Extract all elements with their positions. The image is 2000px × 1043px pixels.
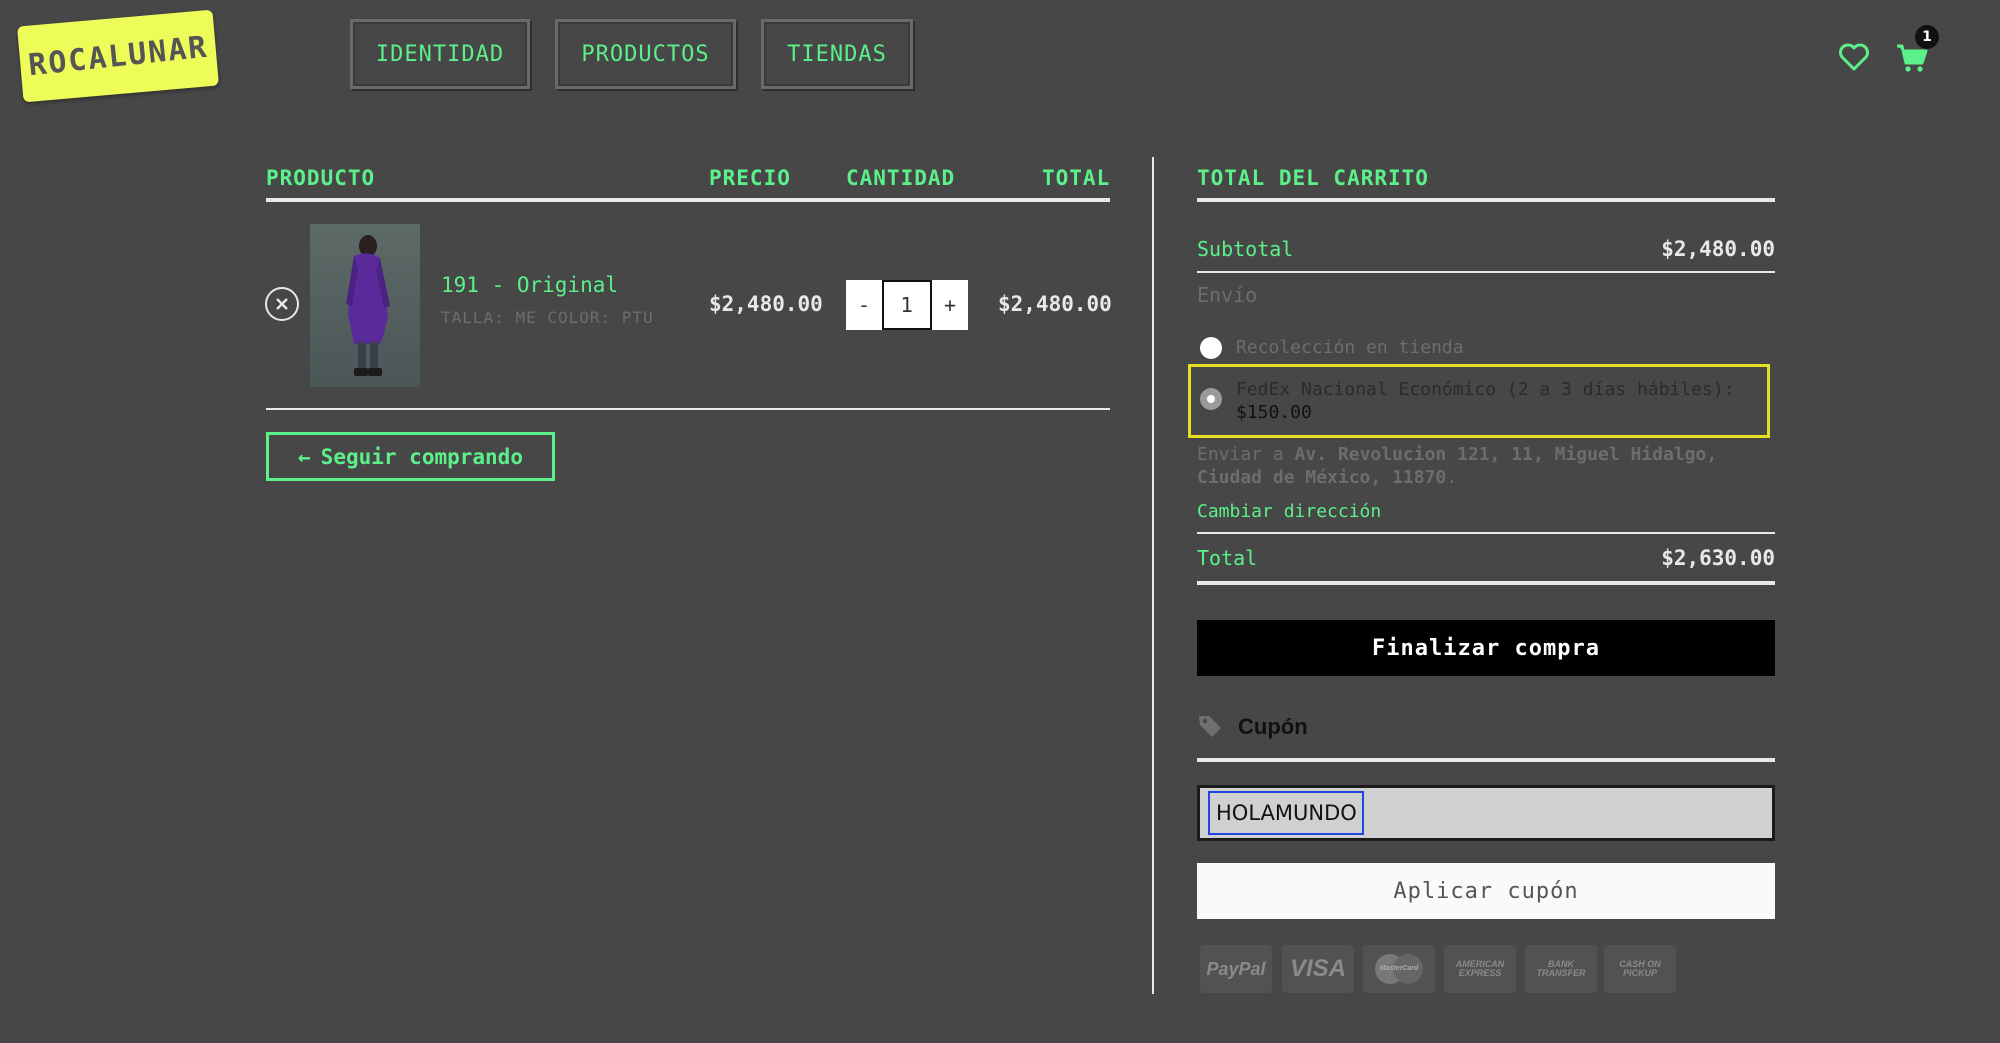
totals-title-divider (1197, 198, 1775, 202)
fedex-option-text: FedEx Nacional Económico (2 a 3 días háb… (1236, 379, 1735, 400)
col-header-total: TOTAL (1042, 166, 1111, 190)
coupon-input[interactable] (1197, 785, 1775, 841)
cash-line2: PICKUP (1622, 968, 1657, 978)
product-image[interactable] (310, 224, 420, 387)
apply-coupon-label: Aplicar cupón (1393, 878, 1579, 904)
item-total: $2,480.00 (998, 292, 1112, 316)
nav-label: TIENDAS (787, 41, 887, 67)
coupon-title: Cupón (1238, 714, 1308, 739)
minus-label: - (857, 293, 871, 317)
amex-icon: AMERICAN EXPRESS (1444, 945, 1516, 993)
total-divider (1197, 581, 1775, 585)
ship-to-suffix: . (1446, 467, 1458, 488)
row-divider (266, 408, 1110, 410)
remove-item-close-icon[interactable] (265, 287, 299, 321)
fedex-option-price: $150.00 (1236, 402, 1312, 423)
quantity-input[interactable] (882, 280, 932, 330)
product-name-link[interactable]: 191 - Original (441, 273, 618, 297)
talla-label: TALLA: (441, 308, 505, 327)
column-divider (1152, 157, 1154, 994)
plus-label: + (943, 293, 957, 317)
tag-icon (1197, 713, 1223, 743)
ship-to-address: Enviar a Av. Revolucion 121, 11, Miguel … (1197, 443, 1777, 489)
nav-label: PRODUCTOS (581, 41, 710, 67)
product-figure-icon (346, 235, 390, 376)
wishlist-heart-icon[interactable] (1838, 42, 1870, 76)
shipping-option-fedex-label: FedEx Nacional Económico (2 a 3 días háb… (1236, 378, 1735, 424)
cash-on-pickup-icon: CASH ON PICKUP (1604, 945, 1676, 993)
continue-shopping-button[interactable]: ← Seguir comprando (266, 432, 555, 481)
logo-text: ROCALUNAR (26, 29, 210, 83)
shipping-radio-pickup[interactable] (1200, 337, 1222, 359)
radio-dot (1207, 395, 1215, 403)
checkout-label: Finalizar compra (1372, 635, 1600, 661)
bank-line2: TRANSFER (1536, 968, 1586, 978)
item-price: $2,480.00 (709, 292, 823, 316)
ship-to-line1: Av. Revolucion 121, 11, Miguel Hidalgo, (1294, 444, 1718, 465)
address-divider (1197, 532, 1775, 534)
ship-to-prefix: Enviar a (1197, 444, 1284, 465)
mastercard-icon: MasterCard (1363, 945, 1435, 993)
checkout-button[interactable]: Finalizar compra (1197, 620, 1775, 676)
subtotal-label: Subtotal (1197, 237, 1294, 261)
bank-transfer-icon: BANK TRANSFER (1525, 945, 1597, 993)
visa-label: VISA (1289, 955, 1346, 982)
subtotal-value: $2,480.00 (1661, 237, 1775, 261)
quantity-decrease-button[interactable]: - (846, 280, 882, 330)
col-header-producto: PRODUCTO (266, 166, 376, 190)
quantity-increase-button[interactable]: + (932, 280, 968, 330)
subtotal-divider (1197, 271, 1775, 273)
nav-tiendas[interactable]: TIENDAS (761, 19, 913, 89)
shipping-option-pickup-label: Recolección en tienda (1236, 337, 1464, 358)
total-value: $2,630.00 (1661, 546, 1775, 570)
shipping-label: Envío (1197, 283, 1258, 307)
apply-coupon-button[interactable]: Aplicar cupón (1197, 863, 1775, 919)
paypal-label: PayPal (1206, 959, 1266, 979)
product-attributes: TALLA: ME COLOR: PTU (441, 308, 654, 327)
ship-to-line2: Ciudad de México, 11870 (1197, 467, 1447, 488)
col-header-precio: PRECIO (709, 166, 791, 190)
cart-count-badge: 1 (1915, 25, 1939, 49)
mastercard-label: MasterCard (1379, 965, 1419, 972)
nav-label: IDENTIDAD (375, 41, 505, 67)
color-label: COLOR: (547, 308, 612, 327)
shipping-radio-fedex[interactable] (1200, 388, 1222, 410)
amex-line2: EXPRESS (1458, 968, 1502, 978)
paypal-icon: PayPal (1200, 945, 1272, 993)
cart-count: 1 (1922, 29, 1932, 45)
total-label: Total (1197, 546, 1258, 570)
talla-value: ME (515, 308, 537, 327)
color-value: PTU (621, 308, 654, 327)
change-address-link[interactable]: Cambiar dirección (1197, 501, 1381, 522)
visa-icon: VISA (1282, 945, 1354, 993)
col-header-cantidad: CANTIDAD (846, 166, 956, 190)
nav-identidad[interactable]: IDENTIDAD (350, 19, 530, 89)
header-divider (266, 198, 1110, 202)
nav-productos[interactable]: PRODUCTOS (555, 19, 736, 89)
arrow-left-icon: ← (298, 444, 311, 469)
logo[interactable]: ROCALUNAR (17, 9, 219, 103)
continue-shopping-label: Seguir comprando (320, 444, 523, 469)
cart-totals-title: TOTAL DEL CARRITO (1197, 166, 1429, 190)
coupon-divider (1197, 758, 1775, 762)
